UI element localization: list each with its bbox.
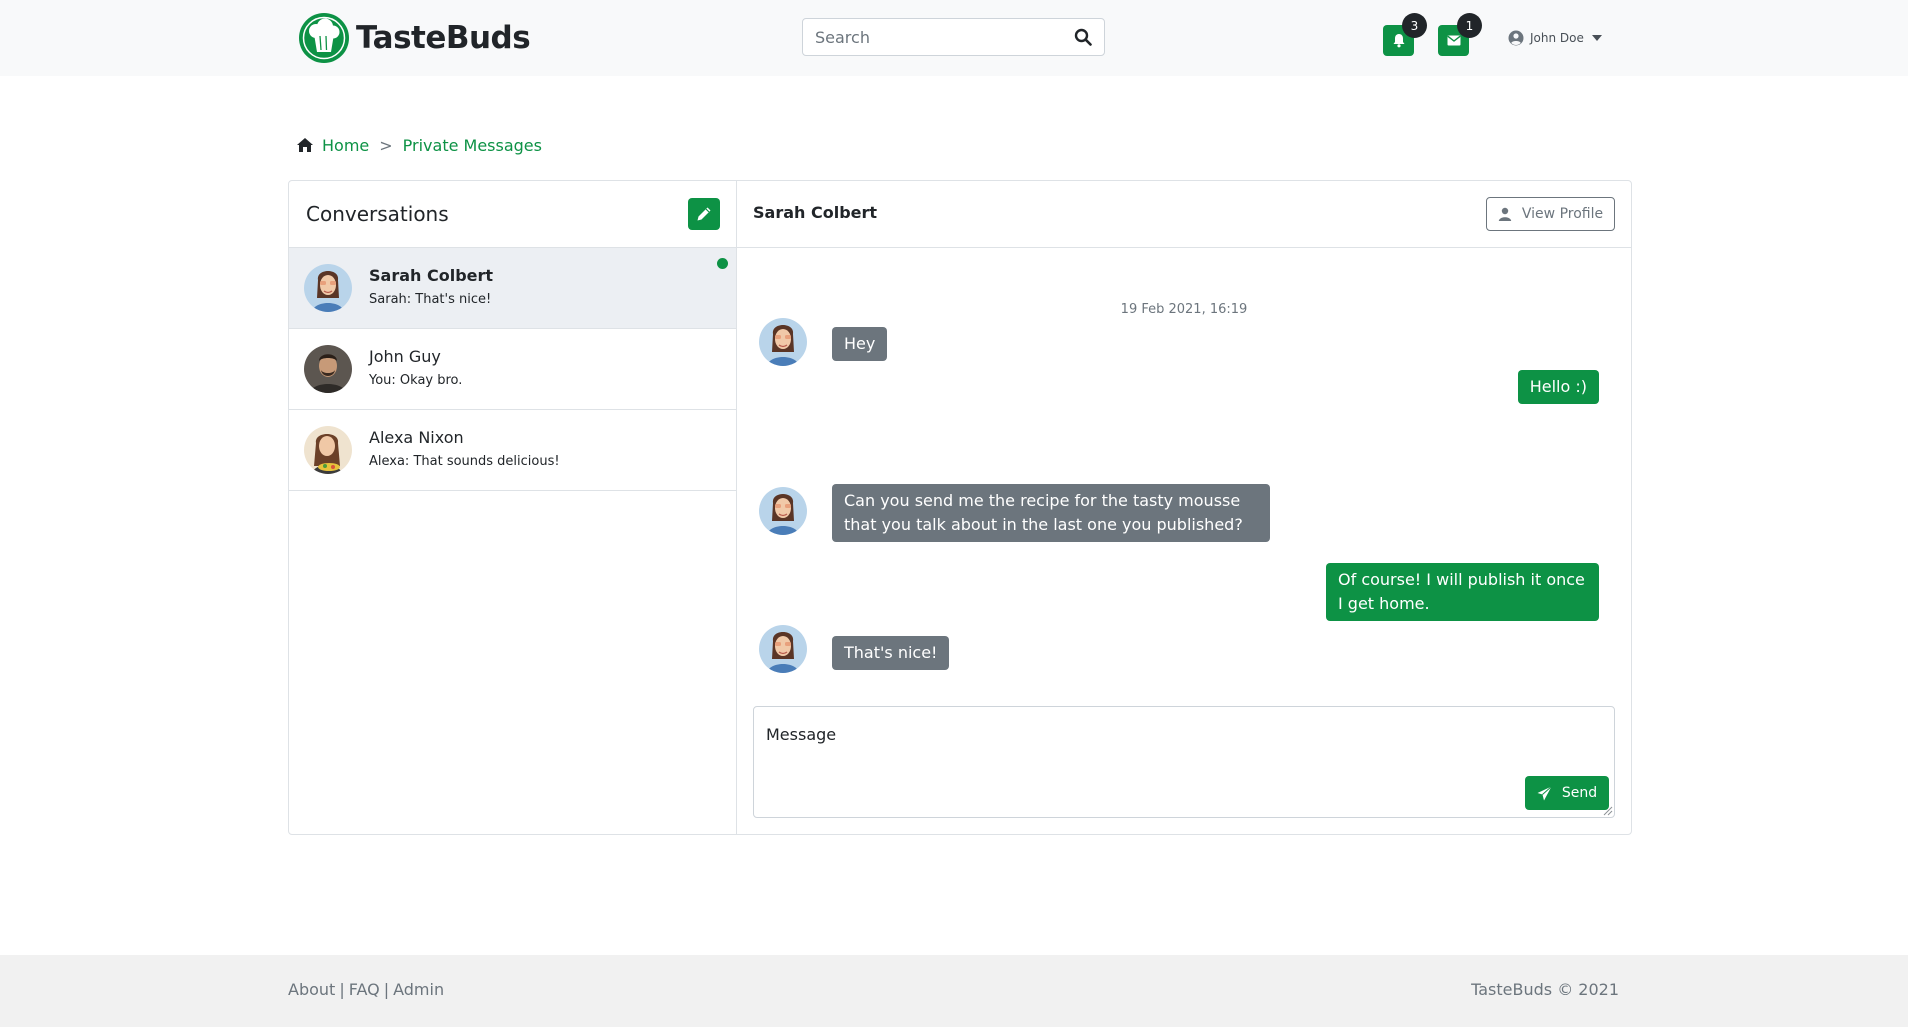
conversation-item-sarah-colbert[interactable]: Sarah Colbert Sarah: That's nice!	[289, 248, 736, 329]
top-navbar: TasteBuds 3 1 John Doe	[0, 0, 1908, 76]
user-name: John Doe	[1530, 31, 1584, 45]
chevron-down-icon	[1591, 35, 1602, 41]
footer-admin-link[interactable]: Admin	[393, 980, 444, 999]
conversations-panel: Conversations Sarah Colbert Sarah: That'…	[289, 181, 737, 834]
messages-card: Conversations Sarah Colbert Sarah: That'…	[288, 180, 1632, 835]
new-conversation-button[interactable]	[688, 198, 720, 230]
message-input[interactable]	[754, 707, 1614, 817]
conversation-item-alexa-nixon[interactable]: Alexa Nixon Alexa: That sounds delicious…	[289, 410, 736, 491]
resize-handle-icon[interactable]	[1601, 804, 1613, 816]
message-bubble-received: That's nice!	[832, 636, 950, 670]
send-label: Send	[1561, 785, 1598, 801]
messages-button[interactable]: 1	[1438, 13, 1482, 56]
view-profile-button[interactable]: View Profile	[1486, 197, 1615, 231]
message-composer: Send	[753, 706, 1615, 818]
message-bubble-sent: Hello :)	[1517, 370, 1599, 404]
footer-faq-link[interactable]: FAQ	[349, 980, 380, 999]
avatar	[304, 345, 352, 393]
conversation-preview: Sarah: That's nice!	[369, 292, 492, 307]
envelope-icon	[1446, 35, 1461, 46]
online-status-indicator	[717, 258, 728, 269]
view-profile-label: View Profile	[1521, 206, 1604, 222]
sender-avatar	[759, 625, 807, 673]
paper-plane-icon	[1537, 785, 1552, 800]
messages-count-badge: 1	[1457, 13, 1482, 38]
sender-avatar	[759, 487, 807, 535]
conversation-name: John Guy	[369, 347, 441, 366]
user-icon	[1498, 207, 1512, 221]
avatar	[304, 426, 352, 474]
message-bubble-received: Can you send me the recipe for the tasty…	[832, 484, 1270, 542]
message-bubble-received: Hey	[832, 327, 888, 361]
user-circle-icon	[1508, 30, 1524, 46]
conversation-preview: You: Okay bro.	[369, 373, 463, 388]
footer-separator: |	[383, 980, 390, 999]
notifications-count-badge: 3	[1402, 13, 1427, 38]
breadcrumb-separator: >	[379, 135, 393, 155]
conversation-name: Sarah Colbert	[369, 266, 494, 285]
footer-about-link[interactable]: About	[288, 980, 335, 999]
breadcrumb-private-messages-link[interactable]: Private Messages	[403, 136, 542, 155]
chat-header: Sarah Colbert View Profile	[737, 181, 1631, 248]
message-timestamp: 19 Feb 2021, 16:19	[1120, 302, 1248, 317]
search-box	[802, 18, 1105, 56]
home-icon	[297, 138, 313, 152]
chef-hat-logo-icon	[299, 13, 349, 63]
conversation-name: Alexa Nixon	[369, 428, 464, 447]
conversation-preview: Alexa: That sounds delicious!	[369, 454, 560, 469]
avatar	[304, 264, 352, 312]
search-icon[interactable]	[1074, 28, 1092, 46]
sender-avatar	[759, 318, 807, 366]
conversations-title: Conversations	[306, 202, 449, 226]
chat-contact-name: Sarah Colbert	[753, 203, 878, 222]
brand-logo[interactable]: TasteBuds	[298, 11, 531, 65]
chat-panel: Sarah Colbert View Profile 19 Feb 2021, …	[737, 181, 1631, 834]
footer-links: About | FAQ | Admin	[288, 980, 444, 999]
user-dropdown[interactable]: John Doe	[1508, 26, 1602, 50]
search-input[interactable]	[803, 19, 1065, 55]
conversation-item-john-guy[interactable]: John Guy You: Okay bro.	[289, 329, 736, 410]
breadcrumb-home-link[interactable]: Home	[322, 136, 369, 155]
notifications-button[interactable]: 3	[1383, 13, 1427, 56]
pencil-icon	[697, 207, 711, 221]
bell-icon	[1393, 34, 1404, 48]
message-bubble-sent: Of course! I will publish it once I get …	[1326, 563, 1599, 621]
breadcrumb: Home > Private Messages	[296, 133, 542, 157]
brand-name: TasteBuds	[356, 20, 531, 56]
send-button[interactable]: Send	[1525, 776, 1609, 810]
footer: About | FAQ | Admin TasteBuds © 2021	[0, 955, 1908, 1027]
conversations-header: Conversations	[289, 181, 736, 248]
copyright-text: TasteBuds © 2021	[1471, 980, 1619, 999]
footer-separator: |	[339, 980, 345, 999]
